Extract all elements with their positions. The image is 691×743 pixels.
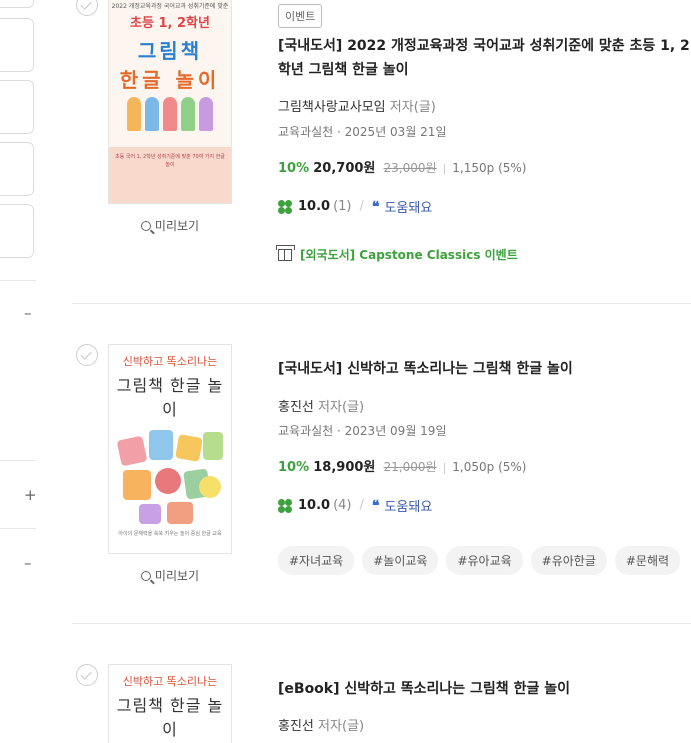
cover-text: 그림책 한글 놀이: [116, 696, 224, 739]
book-cover[interactable]: 2022 개정교육과정 국어교과 성취기준에 맞춘 초등 1, 2학년 그림책 …: [108, 0, 232, 204]
author-line: 홍진선 저자(글): [278, 400, 365, 415]
rating-line: 10.0 (1) / ❝ 도움돼요: [278, 197, 691, 216]
gift-icon: [276, 244, 295, 261]
event-link[interactable]: [외국도서] Capstone Classics 이벤트: [276, 244, 691, 263]
select-checkbox[interactable]: [76, 344, 98, 366]
book-title-link[interactable]: [eBook] 신박하고 똑소리나는 그림책 한글 놀이: [278, 677, 691, 701]
cover-illustration: [109, 430, 231, 530]
publisher-link[interactable]: 교육과실천: [278, 424, 333, 438]
publisher-line: 교육과실천 · 2023년 09월 19일: [278, 424, 447, 438]
filter-checkbox[interactable]: [0, 142, 34, 196]
search-icon: [140, 221, 151, 231]
helpful-link[interactable]: 도움돼요: [384, 197, 432, 216]
author-line: 그림책사랑교사모임 저자(글): [278, 100, 436, 115]
cover-text: 그림책: [137, 39, 203, 63]
author-link[interactable]: 홍진선: [278, 719, 314, 734]
expand-icon[interactable]: +: [24, 488, 37, 503]
publisher-line: 교육과실천 · 2025년 03월 21일: [278, 125, 447, 139]
event-badge: 이벤트: [278, 4, 323, 28]
preview-button[interactable]: 미리보기: [108, 217, 232, 234]
select-checkbox[interactable]: [76, 664, 98, 686]
book-cover[interactable]: 신박하고 똑소리나는 그림책 한글 놀이 아이의 문해력을 쑥쑥 키우는 놀이 …: [108, 344, 232, 554]
book-title-link[interactable]: [국내도서] 신박하고 똑소리나는 그림책 한글 놀이: [278, 357, 691, 381]
filter-checkbox[interactable]: [0, 204, 34, 258]
cover-text: 한글 놀이: [119, 68, 221, 92]
cover-text: 신박하고 똑소리나는: [122, 355, 218, 368]
tag-chip[interactable]: #유아한글: [530, 546, 607, 575]
collapse-icon[interactable]: –: [24, 556, 32, 571]
divider: [0, 460, 36, 461]
cover-text: 2022 개정교육과정 국어교과 성취기준에 맞춘: [111, 3, 229, 10]
helpful-link[interactable]: 도움돼요: [384, 496, 432, 515]
tag-list: #자녀교육 #놀이교육 #유아교육 #유아한글 #문해력: [278, 546, 691, 575]
divider: [0, 280, 36, 281]
author-link[interactable]: 그림책사랑교사모임: [278, 100, 386, 115]
filter-checkbox[interactable]: [0, 18, 34, 72]
price-line: 10% 20,700원 23,000원 | 1,150p (5%): [278, 161, 527, 176]
cover-illustration: [109, 97, 231, 131]
book-cover[interactable]: 신박하고 똑소리나는 그림책 한글 놀이: [108, 664, 232, 743]
publisher-link[interactable]: 교육과실천: [278, 125, 333, 139]
divider: [0, 528, 36, 529]
rating-line: 10.0 (4) / ❝ 도움돼요: [278, 496, 691, 515]
tag-chip[interactable]: #자녀교육: [278, 546, 355, 575]
cover-text: 그림책 한글 놀이: [116, 376, 224, 419]
tag-chip[interactable]: #문해력: [614, 546, 681, 575]
cover-text: 초등 1, 2학년: [130, 16, 210, 31]
preview-button[interactable]: 미리보기: [108, 567, 232, 584]
select-checkbox[interactable]: [76, 0, 98, 16]
clover-icon: [278, 199, 292, 214]
cover-text: 아이의 문해력을 쑥쑥 키우는 놀이 중심 한글 교육: [118, 531, 222, 537]
tag-chip[interactable]: #놀이교육: [362, 546, 439, 575]
filter-checkbox[interactable]: [0, 80, 34, 134]
filter-checkbox[interactable]: [0, 0, 34, 8]
cover-text: 신박하고 똑소리나는: [122, 675, 218, 688]
author-line: 홍진선 저자(글): [278, 719, 365, 734]
clover-icon: [278, 498, 292, 513]
filter-strip: – + –: [0, 0, 37, 743]
price-line: 10% 18,900원 21,000원 | 1,050p (5%): [278, 460, 527, 475]
author-link[interactable]: 홍진선: [278, 400, 314, 415]
quote-icon: ❝: [371, 198, 380, 215]
cover-text: 초등 국어 1, 2학년 성취기준에 맞춘 70여 가지 한글 놀이: [109, 147, 231, 203]
quote-icon: ❝: [371, 497, 380, 514]
tag-chip[interactable]: #유아교육: [446, 546, 523, 575]
divider: [72, 623, 691, 624]
search-icon: [140, 571, 151, 581]
collapse-icon[interactable]: –: [24, 306, 32, 321]
book-title-link[interactable]: [국내도서] 2022 개정교육과정 국어교과 성취기준에 맞춘 초등 1, 2…: [278, 34, 691, 82]
divider: [72, 303, 691, 304]
